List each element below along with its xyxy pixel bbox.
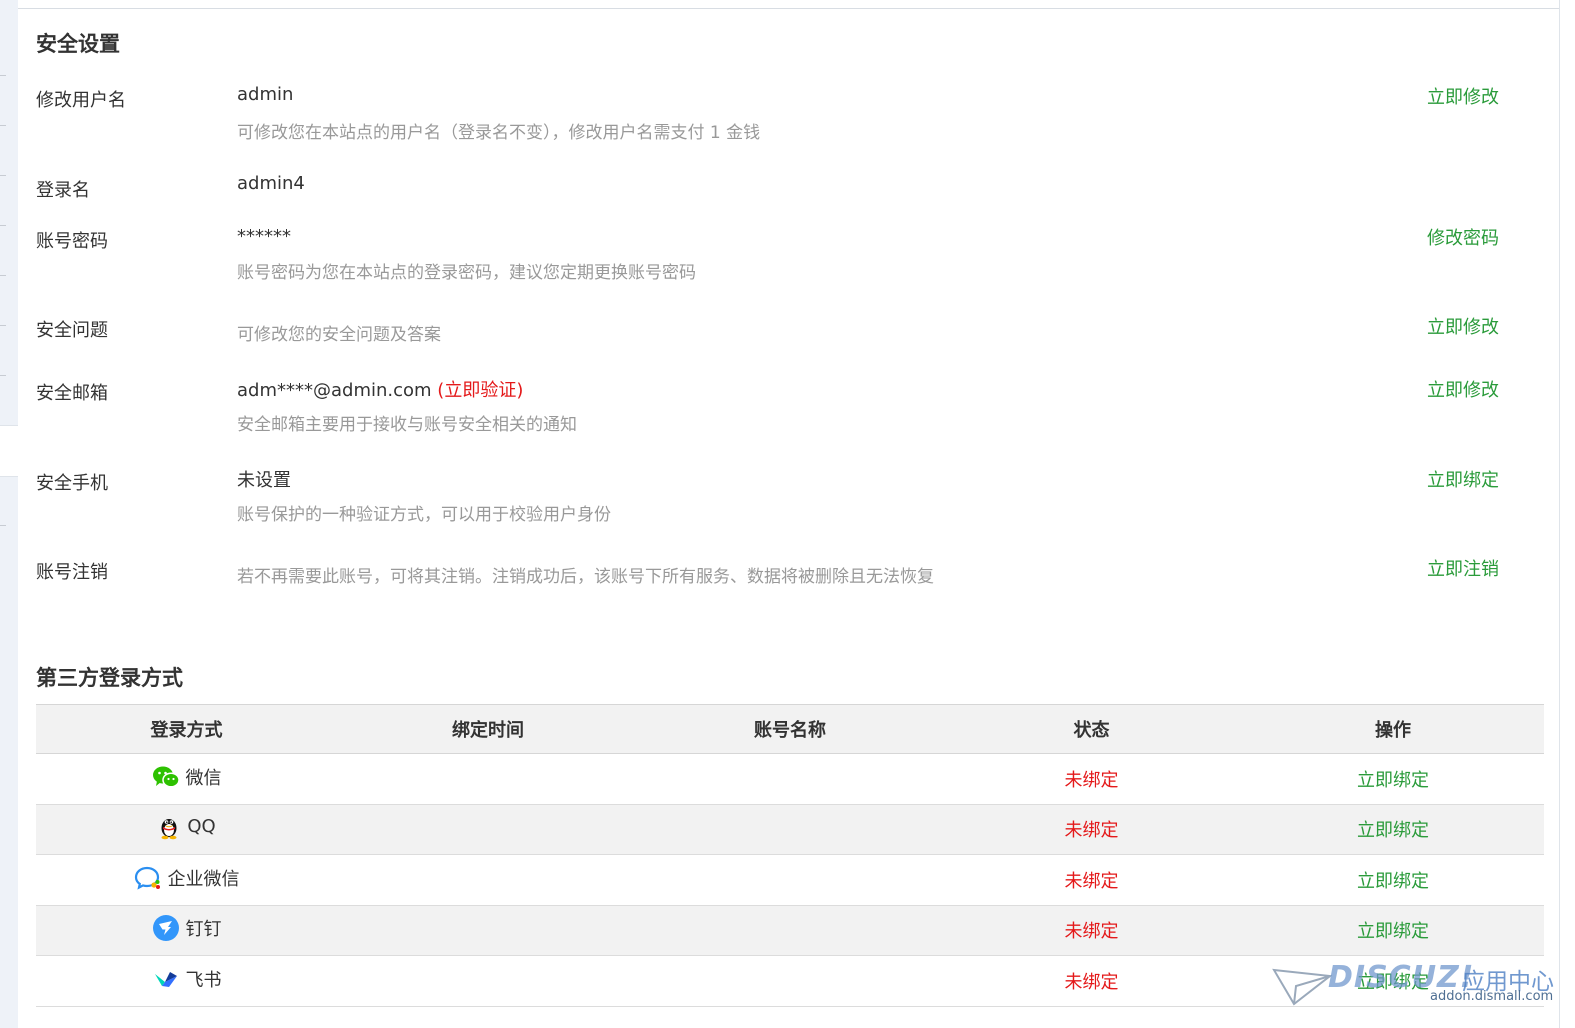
column-header-bind-time: 绑定时间 — [337, 704, 639, 754]
account-name-cell — [639, 955, 941, 1007]
table-row-wechat: 微信 未绑定 立即绑定 — [36, 753, 1544, 805]
row-label-deactivate: 账号注销 — [36, 562, 108, 583]
bind-dingtalk-button[interactable]: 立即绑定 — [1242, 905, 1544, 956]
method-name: 飞书 — [185, 970, 222, 992]
column-header-status: 状态 — [941, 704, 1242, 754]
dingtalk-icon — [152, 914, 179, 941]
method-name: 钉钉 — [185, 918, 222, 940]
bind-time-cell — [337, 804, 639, 855]
method-name: 微信 — [185, 767, 222, 789]
login-name-value: admin4 — [237, 173, 305, 194]
bind-time-cell — [337, 905, 639, 956]
status-cell: 未绑定 — [941, 854, 1242, 906]
row-label-phone: 安全手机 — [36, 473, 108, 494]
third-party-section-title: 第三方登录方式 — [36, 666, 183, 690]
edit-security-question-button[interactable]: 立即修改 — [1427, 313, 1499, 339]
verify-email-link[interactable]: (立即验证) — [437, 380, 523, 401]
edit-username-button[interactable]: 立即修改 — [1427, 83, 1499, 109]
status-cell: 未绑定 — [941, 753, 1242, 805]
table-row-wecom: 企业微信 未绑定 立即绑定 — [36, 854, 1544, 906]
bind-time-cell — [337, 753, 639, 805]
rail-tick — [0, 125, 6, 126]
wechat-icon — [152, 766, 180, 788]
bind-time-cell — [337, 955, 639, 1007]
account-name-cell — [639, 905, 941, 956]
phone-desc: 账号保护的一种验证方式，可以用于校验用户身份 — [237, 505, 611, 525]
bind-wechat-button[interactable]: 立即绑定 — [1242, 753, 1544, 805]
username-value: admin — [237, 84, 294, 105]
deactivate-account-button[interactable]: 立即注销 — [1427, 555, 1499, 581]
rail-tick — [0, 375, 6, 376]
rail-tick — [0, 325, 6, 326]
bind-phone-button[interactable]: 立即绑定 — [1427, 466, 1499, 492]
left-rail — [0, 0, 18, 1028]
table-header-row: 登录方式 绑定时间 账号名称 状态 操作 — [36, 704, 1544, 754]
rail-tick — [0, 525, 6, 526]
row-label-security-question: 安全问题 — [36, 320, 108, 341]
rail-active-item[interactable] — [0, 425, 18, 477]
row-label-username: 修改用户名 — [36, 90, 126, 111]
rail-tick — [0, 75, 6, 76]
deactivate-desc: 若不再需要此账号，可将其注销。注销成功后，该账号下所有服务、数据将被删除且无法恢… — [237, 567, 934, 587]
password-value: ****** — [237, 226, 291, 247]
method-cell: 微信 — [36, 753, 337, 805]
phone-value: 未设置 — [237, 470, 291, 491]
qq-icon — [161, 818, 177, 840]
method-cell: 飞书 — [36, 955, 337, 1007]
table-row-qq: QQ 未绑定 立即绑定 — [36, 804, 1544, 855]
rail-tick — [0, 225, 6, 226]
security-section-title: 安全设置 — [36, 32, 120, 56]
method-cell: QQ — [36, 804, 337, 855]
status-cell: 未绑定 — [941, 905, 1242, 956]
row-label-login-name: 登录名 — [36, 180, 90, 201]
row-label-password: 账号密码 — [36, 231, 108, 252]
bind-wecom-button[interactable]: 立即绑定 — [1242, 854, 1544, 906]
method-name: 企业微信 — [167, 868, 240, 890]
bind-qq-button[interactable]: 立即绑定 — [1242, 804, 1544, 855]
username-desc: 可修改您在本站点的用户名（登录名不变），修改用户名需支付 1 金钱 — [237, 123, 761, 143]
email-desc: 安全邮箱主要用于接收与账号安全相关的通知 — [237, 415, 577, 435]
security-question-desc: 可修改您的安全问题及答案 — [237, 325, 441, 345]
bind-time-cell — [337, 854, 639, 906]
status-cell: 未绑定 — [941, 955, 1242, 1007]
rail-tick — [0, 275, 6, 276]
account-name-cell — [639, 753, 941, 805]
method-cell: 企业微信 — [36, 854, 337, 906]
email-value: adm****@admin.com — [237, 380, 432, 401]
right-rail — [1559, 0, 1575, 1028]
method-cell: 钉钉 — [36, 905, 337, 956]
change-password-button[interactable]: 修改密码 — [1427, 224, 1499, 250]
wecom-icon — [134, 866, 160, 890]
email-value-line: adm****@admin.com (立即验证) — [237, 376, 523, 402]
account-name-cell — [639, 854, 941, 906]
method-name: QQ — [187, 816, 216, 838]
account-name-cell — [639, 804, 941, 855]
row-label-email: 安全邮箱 — [36, 383, 108, 404]
rail-tick — [0, 175, 6, 176]
column-header-action: 操作 — [1242, 704, 1544, 754]
table-row-dingtalk: 钉钉 未绑定 立即绑定 — [36, 905, 1544, 956]
column-header-method: 登录方式 — [36, 704, 337, 754]
paper-plane-icon — [1272, 968, 1332, 1006]
password-desc: 账号密码为您在本站点的登录密码，建议您定期更换账号密码 — [237, 263, 696, 283]
watermark-url: addon.dismall.com — [1430, 989, 1554, 1004]
edit-email-button[interactable]: 立即修改 — [1427, 376, 1499, 402]
watermark: DISCUZ! 应用中心 addon.dismall.com — [1272, 960, 1557, 1020]
column-header-account-name: 账号名称 — [639, 704, 941, 754]
feishu-icon — [154, 972, 177, 988]
status-cell: 未绑定 — [941, 804, 1242, 855]
